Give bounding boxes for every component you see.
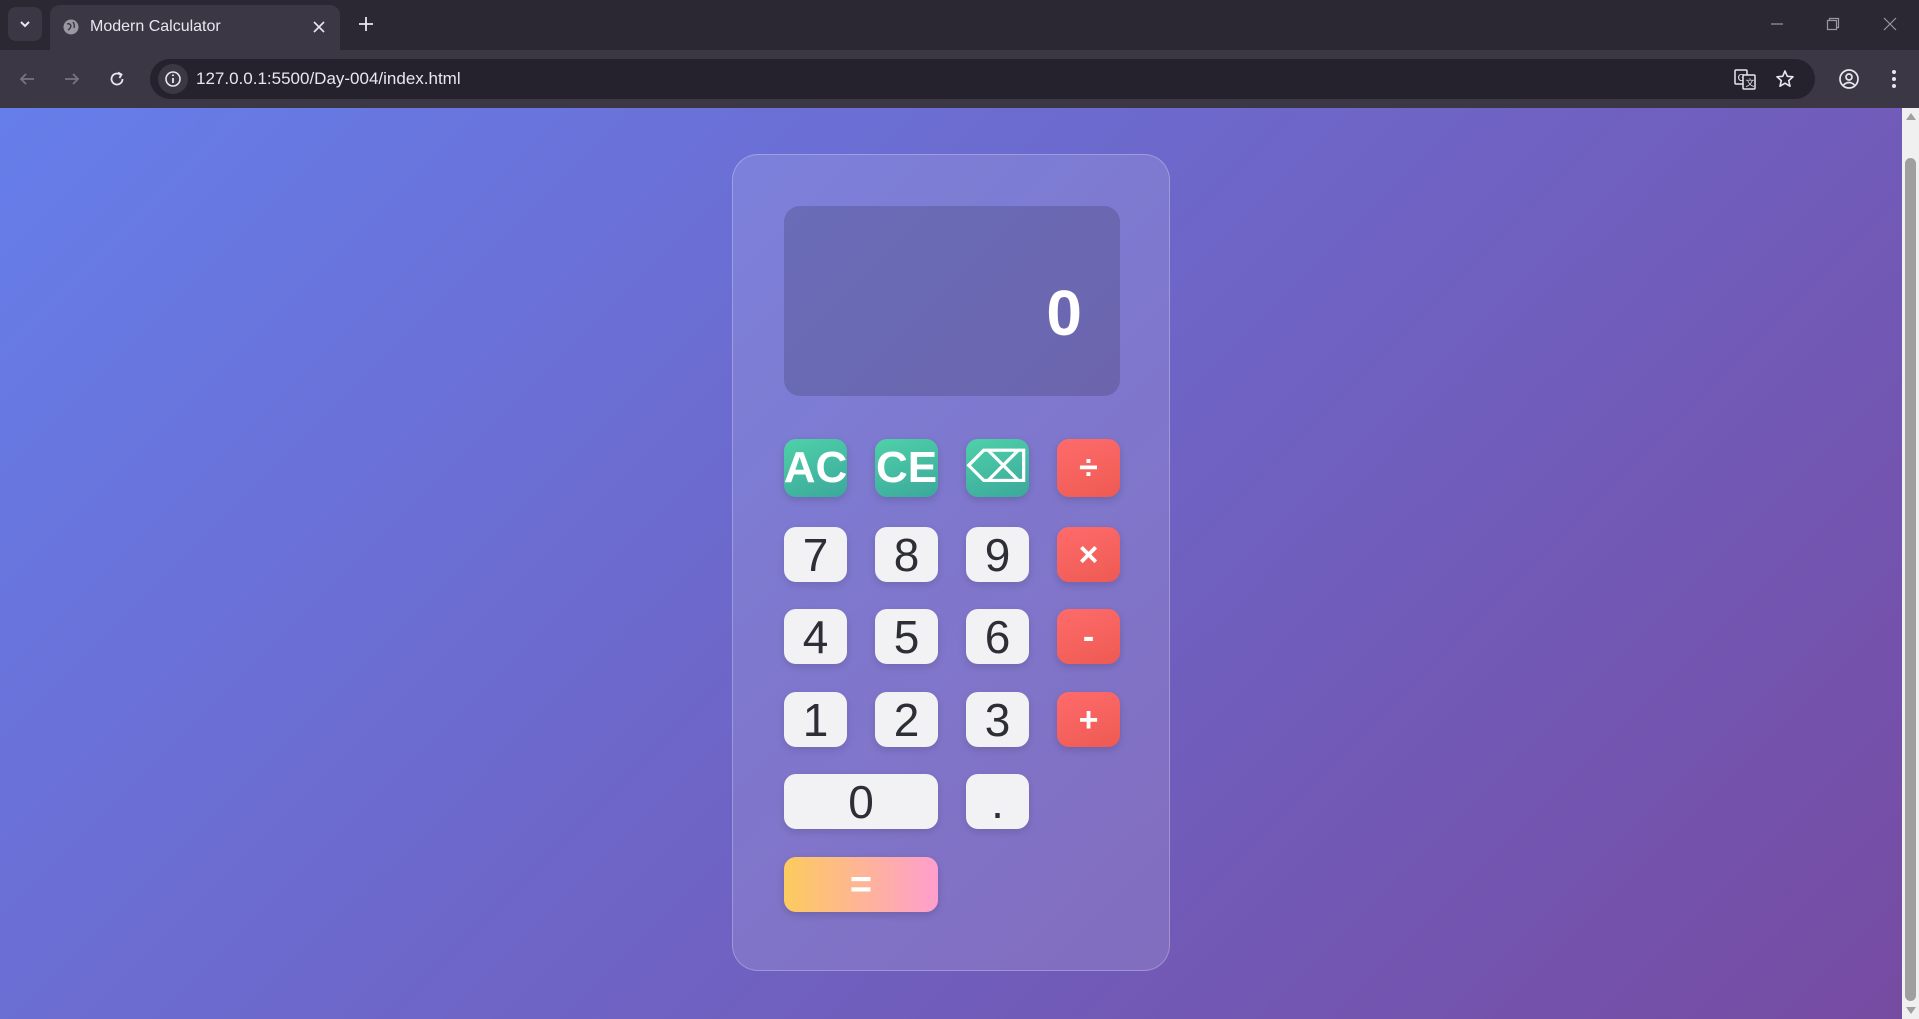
page-viewport: 0 AC CE ⌫ ÷ 7 8 9 × 4 5 6 - 1 2 3 + 0 . … — [0, 108, 1902, 1019]
window-close-button[interactable] — [1870, 8, 1910, 40]
reload-icon — [110, 71, 124, 86]
digit-5-button[interactable]: 5 — [875, 609, 938, 664]
active-tab[interactable]: Modern Calculator — [50, 5, 340, 50]
digit-1-button[interactable]: 1 — [784, 692, 847, 747]
reload-button[interactable] — [101, 63, 133, 95]
browser-toolbar: 127.0.0.1:5500/Day-004/index.html G文 — [0, 50, 1919, 108]
svg-text:文: 文 — [1746, 77, 1755, 89]
profile-icon — [1839, 69, 1859, 89]
digit-7-button[interactable]: 7 — [784, 527, 847, 582]
star-icon[interactable] — [1772, 66, 1798, 92]
digit-6-button[interactable]: 6 — [966, 609, 1029, 664]
minimize-icon — [1771, 23, 1783, 25]
menu-icon — [1892, 70, 1896, 88]
scroll-down-icon[interactable] — [1906, 1007, 1916, 1014]
restore-icon — [1826, 17, 1840, 31]
profile-button[interactable] — [1833, 63, 1865, 95]
browser-menu-button[interactable] — [1878, 63, 1910, 95]
digit-2-button[interactable]: 2 — [875, 692, 938, 747]
back-button[interactable] — [11, 63, 43, 95]
multiply-button[interactable]: × — [1057, 527, 1120, 582]
divide-button[interactable]: ÷ — [1057, 439, 1120, 497]
digit-0-button[interactable]: 0 — [784, 774, 938, 829]
back-arrow-icon — [19, 73, 34, 85]
subtract-button[interactable]: - — [1057, 609, 1120, 664]
decimal-button[interactable]: . — [966, 774, 1029, 829]
scrollbar-thumb[interactable] — [1905, 158, 1916, 1001]
calculator: 0 AC CE ⌫ ÷ 7 8 9 × 4 5 6 - 1 2 3 + 0 . … — [732, 154, 1170, 971]
globe-icon — [62, 18, 80, 36]
calculator-display: 0 — [784, 206, 1120, 396]
forward-button[interactable] — [56, 63, 88, 95]
address-bar[interactable]: 127.0.0.1:5500/Day-004/index.html G文 — [150, 59, 1815, 99]
minimize-button[interactable] — [1757, 8, 1797, 40]
new-tab-button[interactable] — [352, 10, 380, 38]
display-value: 0 — [1046, 277, 1082, 349]
url-text: 127.0.0.1:5500/Day-004/index.html — [196, 69, 461, 88]
restore-button[interactable] — [1813, 8, 1853, 40]
tab-search-button[interactable] — [8, 7, 42, 41]
backspace-button[interactable]: ⌫ — [966, 439, 1029, 497]
tab-title: Modern Calculator — [90, 18, 221, 35]
window-close-icon — [1883, 17, 1897, 31]
add-button[interactable]: + — [1057, 692, 1120, 747]
digit-8-button[interactable]: 8 — [875, 527, 938, 582]
all-clear-button[interactable]: AC — [784, 439, 847, 497]
page-scrollbar[interactable] — [1902, 108, 1919, 1019]
site-info-button[interactable] — [158, 64, 188, 94]
equals-button[interactable]: = — [784, 857, 938, 912]
close-icon[interactable] — [306, 14, 332, 40]
plus-icon — [359, 17, 373, 31]
digit-9-button[interactable]: 9 — [966, 527, 1029, 582]
clear-entry-button[interactable]: CE — [875, 439, 938, 497]
digit-3-button[interactable]: 3 — [966, 692, 1029, 747]
scroll-up-icon[interactable] — [1906, 113, 1916, 120]
translate-icon[interactable]: G文 — [1732, 66, 1758, 92]
tab-strip: Modern Calculator — [0, 0, 1919, 50]
tab-search-icon — [20, 21, 30, 28]
forward-arrow-icon — [65, 73, 80, 85]
info-icon — [165, 71, 181, 87]
digit-4-button[interactable]: 4 — [784, 609, 847, 664]
